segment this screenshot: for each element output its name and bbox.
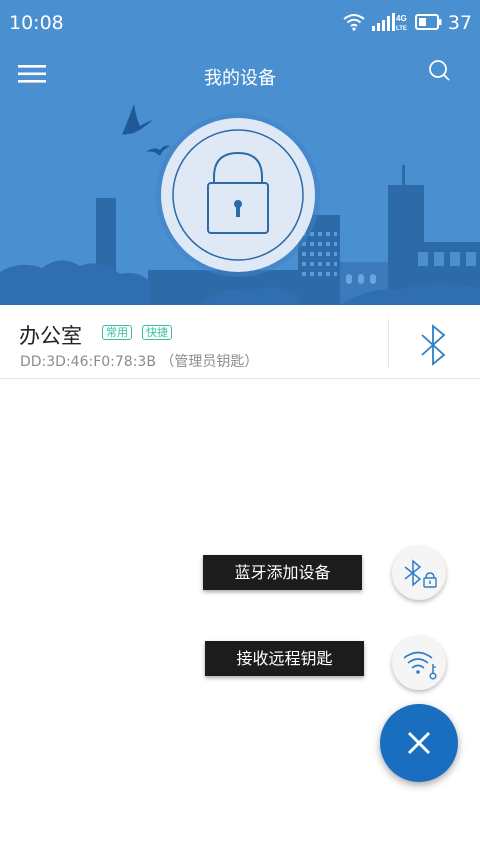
search-icon [429,60,450,81]
bluetooth-connect-button[interactable] [414,323,454,367]
close-menu-fab[interactable] [380,704,458,782]
tag-shortcut: 快捷 [142,325,172,340]
hero-banner: 10:08 4G LTE 37 我的设备 [0,0,480,305]
add-bluetooth-device-button[interactable] [392,546,446,600]
tag-frequent: 常用 [102,325,132,340]
svg-text:4G: 4G [396,14,407,23]
device-name: 办公室 [19,324,82,348]
bluetooth-icon [421,324,446,366]
search-button[interactable] [424,56,456,88]
page-title: 我的设备 [204,68,276,89]
unlock-button[interactable] [160,117,316,273]
lock-icon [207,151,269,234]
status-bar: 10:08 4G LTE 37 [0,0,480,48]
device-list-item[interactable]: 办公室 常用 快捷 DD:3D:46:F0:78:3B （管理员钥匙） [0,305,480,379]
add-bluetooth-device-label[interactable]: 蓝牙添加设备 [203,555,362,590]
receive-remote-key-label[interactable]: 接收远程钥匙 [205,641,364,676]
bluetooth-lock-icon [404,559,437,588]
wifi-icon [343,14,365,31]
device-mac-address: DD:3D:46:F0:78:3B （管理员钥匙） [20,351,258,371]
battery-percent: 37 [447,12,472,34]
wifi-key-icon [403,651,437,680]
receive-remote-key-button[interactable] [392,636,446,690]
close-icon [407,731,431,755]
signal-icon [372,13,395,31]
svg-text:LTE: LTE [396,26,407,31]
key-role: （管理员钥匙） [160,354,259,370]
divider [388,319,389,367]
lte-icon: 4G LTE [396,14,407,31]
battery-icon [415,14,442,30]
status-time: 10:08 [9,12,64,34]
mac-address: DD:3D:46:F0:78:3B [20,354,156,370]
